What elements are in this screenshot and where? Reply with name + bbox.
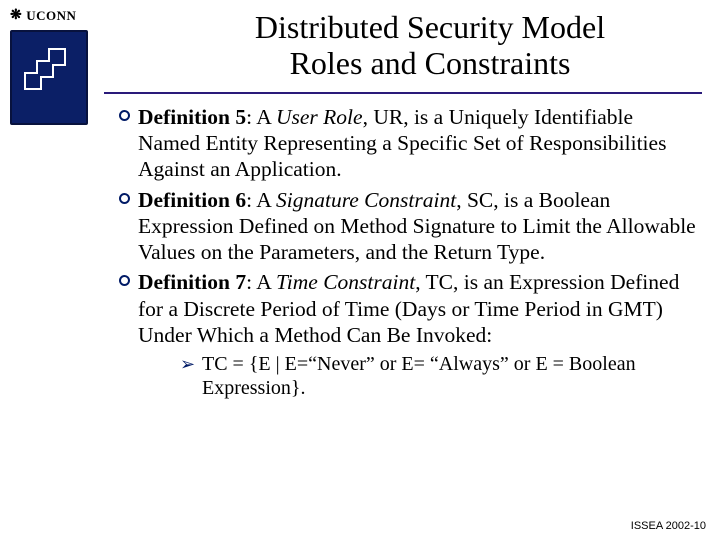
slide: ❋ UCONN Distributed Security Model Roles… <box>0 0 720 540</box>
term: Signature Constraint <box>276 188 456 212</box>
title-divider <box>104 92 702 94</box>
oak-leaf-icon: ❋ <box>10 9 22 23</box>
slide-title: Distributed Security Model Roles and Con… <box>160 10 700 82</box>
logo-area: ❋ UCONN <box>10 8 100 125</box>
brand-row: ❋ UCONN <box>10 8 100 24</box>
bullet-text: Definition 7: A Time Constraint, TC, is … <box>138 269 696 348</box>
slide-footer: ISSEA 2002-10 <box>631 520 706 532</box>
brand-text: UCONN <box>26 8 76 24</box>
bullet-text: Definition 5: A User Role, UR, is a Uniq… <box>138 104 696 183</box>
circle-bullet-icon <box>110 187 138 266</box>
term: User Role <box>276 105 363 129</box>
bullet-text: Definition 6: A Signature Constraint, SC… <box>138 187 696 266</box>
circle-bullet-icon <box>110 104 138 183</box>
title-line-2: Roles and Constraints <box>290 45 571 81</box>
sub-bullet-item: ➢ TC = {E | E=“Never” or E= “Always” or … <box>180 352 696 401</box>
bullet-item: Definition 6: A Signature Constraint, SC… <box>110 187 696 266</box>
sep: : A <box>246 188 276 212</box>
sep: : A <box>246 270 276 294</box>
definition-label: Definition 5 <box>138 105 246 129</box>
bullet-item: Definition 5: A User Role, UR, is a Uniq… <box>110 104 696 183</box>
definition-label: Definition 7 <box>138 270 246 294</box>
term: Time Constraint <box>276 270 415 294</box>
arrow-bullet-icon: ➢ <box>180 352 202 401</box>
title-line-1: Distributed Security Model <box>255 9 605 45</box>
cse-badge-icon <box>10 30 88 125</box>
sub-bullet-text: TC = {E | E=“Never” or E= “Always” or E … <box>202 352 696 401</box>
circle-bullet-icon <box>110 269 138 348</box>
sep: : A <box>246 105 276 129</box>
bullet-item: Definition 7: A Time Constraint, TC, is … <box>110 269 696 348</box>
definition-label: Definition 6 <box>138 188 246 212</box>
content-area: Definition 5: A User Role, UR, is a Uniq… <box>110 104 696 401</box>
